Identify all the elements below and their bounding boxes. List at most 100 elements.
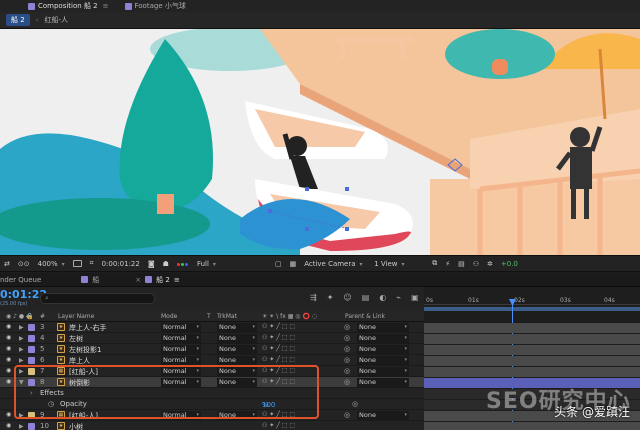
layer-row[interactable]: ◉ ▶ 4 ★ 左树 Normal None ⚇ ✦ ╱ ⬚ ⬚ ◎ None: [0, 333, 424, 344]
visibility-eye-icon[interactable]: ◉: [6, 356, 11, 363]
transparency-grid-icon[interactable]: ▦: [290, 260, 297, 268]
fast-preview-icon[interactable]: ⚡: [445, 260, 450, 268]
disclosure-arrow-icon[interactable]: ▶: [19, 423, 24, 430]
tab-comp-2[interactable]: × 船 2 ≡: [135, 275, 179, 285]
view-layout-dropdown[interactable]: 1 View: [374, 260, 424, 268]
track-matte-dropdown[interactable]: None: [217, 323, 257, 332]
graph-editor-icon[interactable]: ⌁: [396, 293, 401, 302]
layer-switches[interactable]: ⚇ ✦ ╱ ⬚ ⬚: [262, 411, 295, 418]
disclosure-arrow-icon[interactable]: ▶: [19, 357, 24, 364]
snapshot-icon[interactable]: ◙: [148, 260, 155, 268]
blend-mode-dropdown[interactable]: Normal: [161, 367, 201, 376]
layer-switches[interactable]: ⚇ ✦ ╱ ⬚ ⬚: [262, 323, 295, 330]
label-color-icon[interactable]: [28, 368, 35, 375]
parent-dropdown[interactable]: None: [357, 345, 409, 354]
visibility-eye-icon[interactable]: ◉: [6, 334, 11, 341]
track-matte-dropdown[interactable]: None: [217, 411, 257, 420]
parent-pickwhip-icon[interactable]: ◎: [344, 367, 350, 375]
layer-name[interactable]: 树倒影: [69, 378, 90, 388]
motion-blur-icon[interactable]: ◐: [379, 293, 386, 302]
layer-duration-bar[interactable]: [424, 323, 640, 333]
track-matte-dropdown[interactable]: None: [217, 367, 257, 376]
layer-switches[interactable]: ⚇ ✦ ╱ ⬚ ⬚: [262, 378, 295, 385]
parent-dropdown[interactable]: None: [357, 356, 409, 365]
layer-name[interactable]: [红船-人]: [69, 367, 98, 377]
show-snapshot-icon[interactable]: ☗: [163, 260, 169, 268]
parent-dropdown[interactable]: None: [357, 378, 409, 387]
region-of-interest-icon[interactable]: ▢: [275, 260, 282, 268]
tab-menu-icon[interactable]: ≡: [174, 276, 180, 284]
pickwhip-icon[interactable]: ◎: [352, 400, 358, 408]
shy-icon[interactable]: ☺: [343, 293, 351, 302]
disclosure-arrow-icon[interactable]: ▶: [19, 324, 24, 331]
column-trkmat[interactable]: TrkMat: [217, 313, 237, 320]
layer-row[interactable]: ◉ ▶ 6 ★ 岸上人 Normal None ⚇ ✦ ╱ ⬚ ⬚ ◎ None: [0, 355, 424, 366]
breadcrumb-active[interactable]: 船 2: [6, 14, 30, 26]
effects-group-row[interactable]: › Effects: [0, 388, 424, 399]
composition-viewer[interactable]: [0, 29, 640, 255]
label-color-icon[interactable]: [28, 335, 35, 342]
layer-name[interactable]: [红船-人]: [69, 411, 98, 421]
blend-mode-dropdown[interactable]: Normal: [161, 334, 201, 343]
blend-mode-dropdown[interactable]: Normal: [161, 345, 201, 354]
layer-name[interactable]: 小树: [69, 422, 83, 430]
stopwatch-icon[interactable]: ◷: [48, 400, 54, 408]
layer-name[interactable]: 岸上人-右手: [69, 323, 107, 333]
disclosure-arrow-icon[interactable]: ▶: [19, 335, 24, 342]
draft-3d-icon[interactable]: ✦: [327, 293, 334, 302]
close-icon[interactable]: ×: [135, 276, 141, 284]
tab-render-queue[interactable]: nder Queue: [0, 276, 41, 284]
current-time[interactable]: 0:00:01:22: [102, 260, 140, 268]
layer-search-input[interactable]: ⌕: [40, 293, 155, 304]
parent-dropdown[interactable]: None: [357, 334, 409, 343]
label-color-icon[interactable]: [28, 346, 35, 353]
track-matte-dropdown[interactable]: None: [217, 378, 257, 387]
parent-pickwhip-icon[interactable]: ◎: [344, 345, 350, 353]
visibility-eye-icon[interactable]: ◉: [6, 323, 11, 330]
layer-name[interactable]: 左树投影1: [69, 345, 101, 355]
label-color-icon[interactable]: [28, 379, 35, 386]
layer-duration-bar[interactable]: [424, 422, 640, 430]
column-parent[interactable]: Parent & Link: [345, 313, 385, 320]
tab-comp-1[interactable]: 船: [81, 275, 99, 285]
label-color-icon[interactable]: [28, 412, 35, 419]
reset-exposure-icon[interactable]: ✲: [487, 260, 493, 268]
disclosure-arrow-icon[interactable]: ▶: [19, 368, 24, 375]
layer-duration-bar[interactable]: [424, 356, 640, 366]
layer-duration-bar[interactable]: [424, 334, 640, 344]
label-color-icon[interactable]: [28, 423, 35, 430]
tab-menu-icon[interactable]: ≡: [103, 2, 109, 10]
layer-row[interactable]: ◉ ▶ 10 ★ 小树 ⚇ ✦ ╱ ⬚ ⬚: [0, 421, 424, 430]
layer-row[interactable]: ◉ ▶ 9 ▦ [红船-人] Normal None ⚇ ✦ ╱ ⬚ ⬚ ◎ N…: [0, 410, 424, 421]
layer-duration-bar[interactable]: [424, 367, 640, 377]
exposure-readout[interactable]: +0.0: [501, 260, 518, 268]
column-t[interactable]: T: [207, 313, 211, 320]
frame-blending-icon[interactable]: ▤: [362, 293, 370, 302]
layer-switches[interactable]: ⚇ ✦ ╱ ⬚ ⬚: [262, 367, 295, 374]
grid-icon[interactable]: ⌗: [90, 259, 94, 268]
track-matte-dropdown[interactable]: None: [217, 334, 257, 343]
breadcrumb-next[interactable]: 红船-人: [45, 15, 69, 25]
label-color-icon[interactable]: [28, 324, 35, 331]
layer-row[interactable]: ◉ ▶ 5 ★ 左树投影1 Normal None ⚇ ✦ ╱ ⬚ ⬚ ◎ No…: [0, 344, 424, 355]
parent-dropdown[interactable]: None: [357, 411, 409, 420]
layer-duration-bar[interactable]: [424, 345, 640, 355]
visibility-eye-icon[interactable]: ◉: [6, 367, 11, 374]
parent-pickwhip-icon[interactable]: ◎: [344, 334, 350, 342]
disclosure-arrow-icon[interactable]: ›: [30, 389, 33, 397]
work-area-bar[interactable]: [424, 307, 640, 311]
zoom-dropdown[interactable]: 400%: [38, 260, 65, 268]
parent-pickwhip-icon[interactable]: ◎: [344, 378, 350, 386]
parent-dropdown[interactable]: None: [357, 367, 409, 376]
layer-switches[interactable]: ⚇ ✦ ╱ ⬚ ⬚: [262, 356, 295, 363]
layer-name[interactable]: 岸上人: [69, 356, 90, 366]
parent-pickwhip-icon[interactable]: ◎: [344, 323, 350, 331]
camera-dropdown[interactable]: Active Camera: [304, 260, 366, 268]
visibility-eye-icon[interactable]: ◉: [6, 345, 11, 352]
always-preview-icon[interactable]: ⇄: [4, 260, 10, 268]
layer-row[interactable]: ◉ ▶ 7 ▦ [红船-人] Normal None ⚇ ✦ ╱ ⬚ ⬚ ◎ N…: [0, 366, 424, 377]
visibility-eye-icon[interactable]: ◉: [6, 411, 11, 418]
flowchart-icon[interactable]: ⚇: [473, 260, 479, 268]
exposure-value[interactable]: +0.0: [501, 260, 518, 268]
track-matte-dropdown[interactable]: None: [217, 356, 257, 365]
